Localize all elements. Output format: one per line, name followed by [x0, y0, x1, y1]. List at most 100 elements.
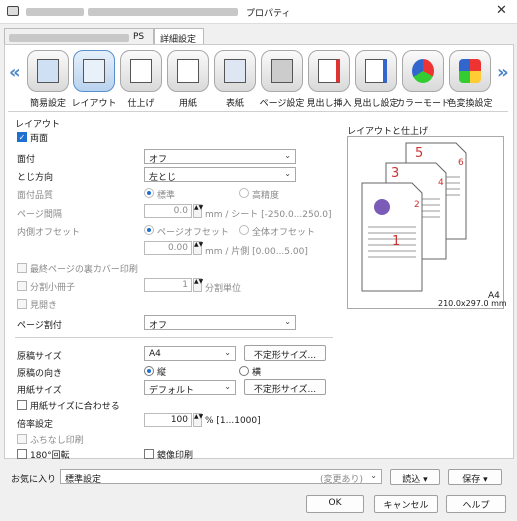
quality-standard-radio[interactable]	[144, 188, 154, 198]
preview-page-front: 1 2	[361, 182, 423, 292]
category-paper[interactable]	[167, 50, 209, 92]
portrait-label: 縦	[157, 368, 167, 378]
tab-ps[interactable]: PS	[4, 28, 154, 45]
chevron-down-icon: ⌄	[224, 348, 231, 357]
layout-preview-image: 5 6 3 4 1 2	[361, 142, 467, 292]
gap-label: ページ間隔	[17, 210, 62, 220]
svg-text:4: 4	[438, 178, 444, 188]
back-cover-checkbox[interactable]	[17, 263, 27, 273]
original-size-value: A4	[149, 349, 161, 359]
category-color-mode[interactable]	[402, 50, 444, 92]
direction-select[interactable]: 左とじ ⌄	[144, 167, 296, 183]
favorites-select[interactable]: 標準設定 (変更あり) ⌄	[60, 469, 382, 485]
rotate-checkbox[interactable]	[17, 449, 27, 459]
orientation-label: 原稿の向き	[17, 369, 63, 379]
category-cover[interactable]	[214, 50, 256, 92]
gap-spinner[interactable]: ▲▼	[193, 204, 203, 218]
landscape-radio[interactable]	[239, 366, 249, 376]
blurred-printer-name	[26, 8, 84, 16]
category-finishing[interactable]	[120, 50, 162, 92]
color-conversion-icon	[459, 59, 481, 83]
gap-unit: mm / シート [-250.0...250.0]	[205, 210, 332, 220]
landscape-label: 横	[252, 368, 262, 378]
paper-size-select[interactable]: デフォルト ⌄	[144, 380, 236, 396]
svg-text:2: 2	[414, 200, 420, 210]
section-title: レイアウト	[15, 120, 61, 130]
category-quick[interactable]	[27, 50, 69, 92]
quality-high-label: 高精度	[252, 191, 280, 201]
fit-paper-checkbox[interactable]	[17, 400, 27, 410]
spread-label: 見開き	[30, 301, 58, 311]
paper-custom-size-button[interactable]: 不定形サイズ...	[244, 379, 326, 395]
offset-input[interactable]: 0.00	[144, 241, 192, 255]
spread-checkbox[interactable]	[17, 299, 27, 309]
paper-size-value: デフォルト	[149, 386, 195, 396]
svg-text:6: 6	[458, 158, 464, 168]
direction-value: 左とじ	[149, 173, 177, 183]
gap-input[interactable]: 0.0	[144, 204, 192, 218]
zoom-spinner[interactable]: ▲▼	[193, 413, 203, 427]
close-icon[interactable]: ✕	[496, 3, 507, 18]
mirror-label: 鏡像印刷	[157, 451, 194, 461]
binding-select[interactable]: オフ ⌄	[144, 149, 296, 165]
offset-spinner[interactable]: ▲▼	[193, 241, 203, 255]
favorites-value: 標準設定	[65, 475, 102, 485]
quality-label: 面付品質	[17, 191, 54, 201]
custom-size-button[interactable]: 不定形サイズ...	[244, 345, 326, 361]
page-split-label: ページ割付	[17, 321, 62, 331]
tab-insert-icon	[318, 59, 340, 83]
split-input[interactable]: 1	[144, 278, 192, 292]
category-page-settings[interactable]	[261, 50, 303, 92]
favorites-note: (変更あり)	[319, 475, 363, 485]
cancel-button[interactable]: キャンセル	[374, 495, 438, 513]
ok-button[interactable]: OK	[306, 495, 364, 513]
load-button[interactable]: 読込 ▾	[390, 469, 440, 485]
category-color-conversion[interactable]	[449, 50, 491, 92]
split-booklet-checkbox[interactable]	[17, 281, 27, 291]
category-layout[interactable]	[73, 50, 115, 92]
layout-icon	[83, 59, 105, 83]
load-label: 読込	[402, 475, 421, 485]
dropdown-arrow-icon: ▾	[423, 475, 428, 485]
category-tab-settings[interactable]	[355, 50, 397, 92]
offset-unit: mm / 片側 [0.00...5.00]	[205, 247, 308, 257]
finishing-icon	[130, 59, 152, 83]
preview-dims: 210.0x297.0 mm	[438, 299, 507, 308]
zoom-input[interactable]: 100	[144, 413, 192, 427]
original-size-select[interactable]: A4 ⌄	[144, 346, 236, 361]
binding-label: 面付	[17, 155, 36, 165]
split-spinner[interactable]: ▲▼	[193, 278, 203, 292]
blurred-tab-name	[9, 34, 129, 42]
save-button[interactable]: 保存 ▾	[448, 469, 502, 485]
category-separator	[8, 111, 508, 112]
help-button[interactable]: ヘルプ	[446, 495, 506, 513]
offset-all-radio[interactable]	[239, 225, 249, 235]
offset-page-radio[interactable]	[144, 225, 154, 235]
zoom-label: 倍率設定	[17, 420, 54, 430]
favorites-label: お気に入り	[11, 475, 57, 485]
portrait-radio[interactable]	[144, 366, 154, 376]
dropdown-arrow-icon: ▾	[483, 475, 488, 485]
chevron-down-icon: ⌄	[284, 151, 291, 160]
binding-value: オフ	[149, 155, 168, 165]
paper-icon	[177, 59, 199, 83]
divider	[15, 337, 333, 338]
window-title: プロパティ	[246, 9, 291, 19]
chevron-down-icon: ⌄	[284, 169, 291, 178]
svg-text:5: 5	[415, 146, 423, 161]
save-label: 保存	[462, 475, 481, 485]
duplex-label: 両面	[30, 134, 49, 144]
offset-label: 内側オフセット	[17, 228, 81, 238]
blurred-printer-model	[88, 8, 238, 16]
mirror-checkbox[interactable]	[144, 449, 154, 459]
quality-high-radio[interactable]	[239, 188, 249, 198]
rotate-label: 180°回転	[30, 451, 70, 461]
category-bar: 簡易設定 レイアウト 仕上げ 用紙 表紙 ページ設定 見出し挿入 見出し設定 カ…	[0, 46, 517, 112]
zoom-unit: % [1...1000]	[205, 416, 261, 426]
page-split-select[interactable]: オフ ⌄	[144, 315, 296, 331]
back-cover-label: 最終ページの裏カバー印刷	[30, 265, 138, 275]
flower-icon	[374, 199, 390, 215]
duplex-checkbox[interactable]: ✓	[17, 132, 27, 142]
borderless-checkbox[interactable]	[17, 434, 27, 444]
category-tab-insert[interactable]	[308, 50, 350, 92]
